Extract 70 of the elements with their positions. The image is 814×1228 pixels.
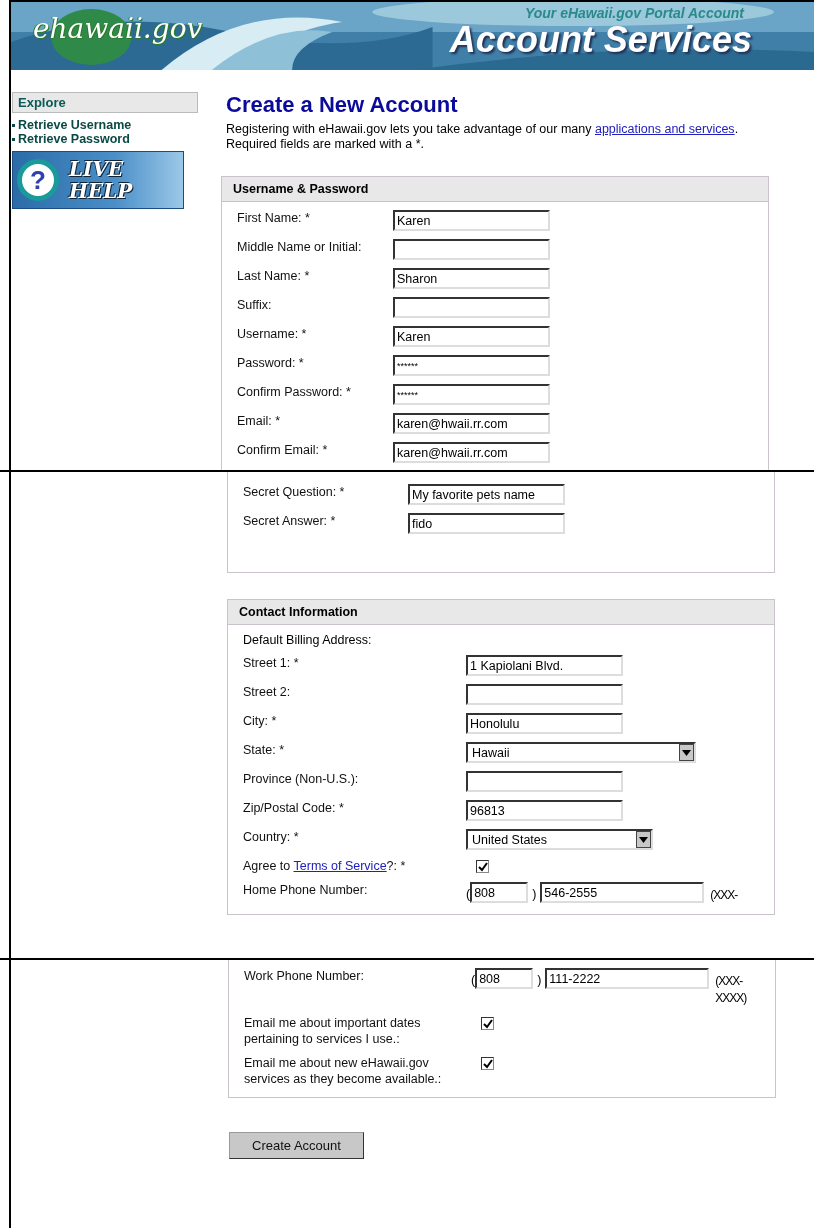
field-label: Last Name: *: [237, 268, 311, 284]
text-field[interactable]: 1 Kapiolani Blvd.: [466, 655, 623, 676]
applications-link[interactable]: applications and services: [594, 122, 735, 136]
checkbox[interactable]: [481, 1017, 494, 1030]
field-label: Secret Question: *: [243, 484, 346, 500]
text-field[interactable]: karen@hwaii.rr.com: [393, 442, 550, 463]
dropdown-field[interactable]: United States: [466, 829, 653, 850]
text-field[interactable]: Honolulu: [466, 713, 623, 734]
field-label: Home Phone Number:: [243, 882, 369, 898]
page-title: Create a New Account: [226, 92, 459, 118]
field-label: Work Phone Number:: [244, 968, 365, 984]
terms-link[interactable]: Terms of Service: [293, 859, 387, 873]
live-help-banner[interactable]: ? LIVE HELP: [12, 151, 184, 209]
phone-paren: ): [532, 886, 537, 903]
text-field[interactable]: [466, 771, 623, 792]
sidebar-heading: Explore: [12, 92, 198, 113]
text-field[interactable]: My favorite pets name: [408, 484, 565, 505]
text-field[interactable]: karen@hwaii.rr.com: [393, 413, 550, 434]
text-field[interactable]: Karen: [393, 326, 550, 347]
field-label: Email: *: [237, 413, 282, 429]
text-field[interactable]: [393, 297, 550, 318]
field-label: Confirm Password: *: [237, 384, 352, 400]
field-label: Agree to Terms of Service?: *: [243, 858, 407, 874]
phone-paren: (: [471, 972, 476, 989]
field-label: Password: *: [237, 355, 305, 371]
text-field[interactable]: Karen: [393, 210, 550, 231]
bullet-icon: [12, 137, 15, 141]
bullet-icon: [12, 123, 15, 127]
field-label: Middle Name or Initial:: [237, 239, 363, 255]
text-field[interactable]: [393, 239, 550, 260]
area-code-field[interactable]: 808: [475, 968, 534, 989]
text-field[interactable]: ******: [393, 355, 550, 376]
area-code-field[interactable]: 808: [470, 882, 529, 903]
dropdown-field[interactable]: Hawaii: [466, 742, 696, 763]
field-label: Confirm Email: *: [237, 442, 329, 458]
field-label: Zip/Postal Code: *: [243, 800, 345, 816]
field-label: Email me about important dates pertaining to services I use.:: [244, 1015, 422, 1047]
phone-number-field[interactable]: 546-2555: [540, 882, 705, 903]
format-hint: (XXX-XXXX): [715, 973, 748, 1007]
field-label: First Name: *: [237, 210, 311, 226]
create-account-button[interactable]: Create Account: [229, 1132, 364, 1159]
text-field[interactable]: Sharon: [393, 268, 550, 289]
field-label: City: *: [243, 713, 278, 729]
sidebar-link[interactable]: Retrieve Username: [12, 118, 198, 132]
text-field[interactable]: ******: [393, 384, 550, 405]
field-label: Default Billing Address:: [243, 633, 373, 647]
checkbox[interactable]: [481, 1057, 494, 1070]
banner-tagline: Your eHawaii.gov Portal Account: [524, 5, 744, 21]
field-label: Suffix:: [237, 297, 273, 313]
field-label: Secret Answer: *: [243, 513, 337, 529]
field-label: Email me about new eHawaii.gov services as they become available.:: [244, 1055, 443, 1087]
format-hint: (XXX-: [710, 887, 739, 904]
intro-text: Registering with eHawaii.gov lets you take advantage of our many applications and services. Required fields are marked with a *.: [226, 122, 740, 152]
site-logo[interactable]: ehawaii.gov: [33, 12, 203, 45]
phone-paren: ): [537, 972, 542, 989]
text-field[interactable]: fido: [408, 513, 565, 534]
section-heading: Username & Password: [222, 177, 768, 202]
text-field[interactable]: 96813: [466, 800, 623, 821]
field-label: Street 2:: [243, 684, 292, 700]
field-label: Country: *: [243, 829, 300, 845]
field-label: Province (Non-U.S.):: [243, 771, 360, 787]
text-field[interactable]: [466, 684, 623, 705]
section-heading: Contact Information: [228, 600, 774, 625]
phone-paren: (: [466, 886, 471, 903]
sidebar-link[interactable]: Retrieve Password: [12, 132, 198, 146]
field-label: Street 1: *: [243, 655, 300, 671]
field-label: Username: *: [237, 326, 308, 342]
field-label: State: *: [243, 742, 285, 758]
phone-number-field[interactable]: 111-2222: [545, 968, 710, 989]
checkbox[interactable]: [476, 860, 489, 873]
